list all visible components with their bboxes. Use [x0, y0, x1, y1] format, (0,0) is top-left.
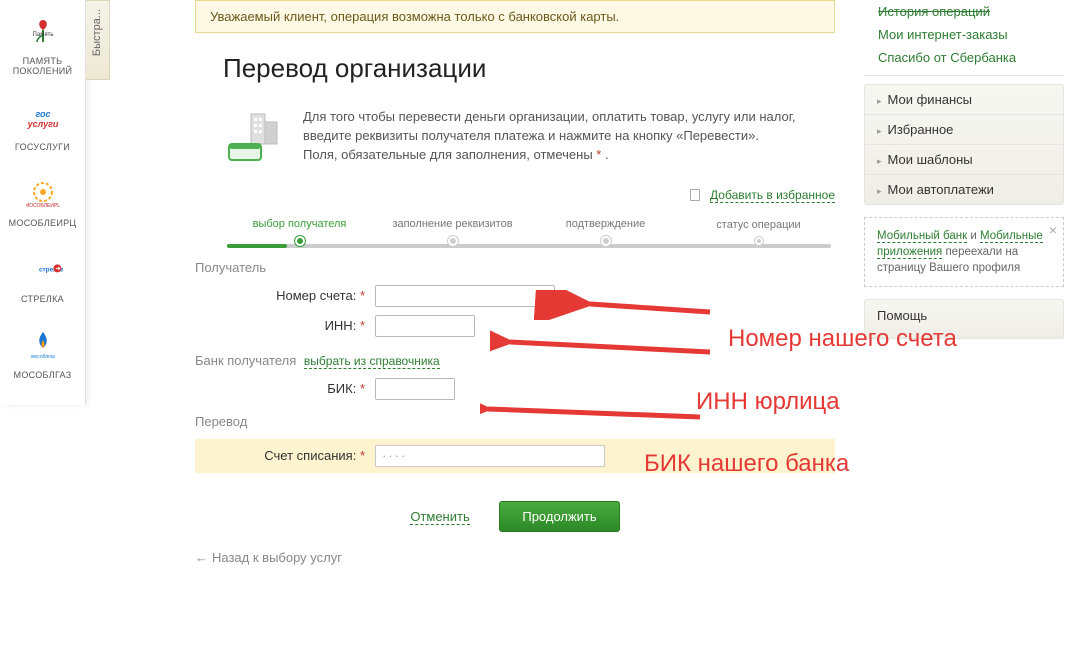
label-debit: Счет списания:: [264, 448, 356, 463]
top-links: История операций Мои интернет-заказы Спа…: [864, 0, 1064, 76]
svg-text:услуги: услуги: [26, 119, 58, 129]
annotation-arrow-2: [490, 330, 720, 360]
gosuslugi-icon: госуслуги: [23, 98, 63, 138]
building-icon: [223, 108, 287, 162]
gas-icon: мособлгаз: [23, 326, 63, 366]
menu-templates[interactable]: Мои шаблоны: [865, 145, 1063, 175]
menu-favorites[interactable]: Избранное: [865, 115, 1063, 145]
bookmark-icon: [690, 189, 700, 201]
step-3: подтверждение: [529, 218, 682, 246]
right-menu: Мои финансы Избранное Мои шаблоны Мои ав…: [864, 84, 1064, 205]
svg-text:мособлгаз: мособлгаз: [31, 354, 56, 360]
left-sidebar: Память ПАМЯТЬ ПОКОЛЕНИЙ госуслуги ГОСУСЛ…: [0, 0, 86, 405]
history-link[interactable]: История операций: [864, 0, 1064, 23]
instr-line1: Для того чтобы перевести деньги организа…: [303, 109, 795, 143]
warning-banner: Уважаемый клиент, операция возможна толь…: [195, 0, 835, 33]
menu-finance[interactable]: Мои финансы: [865, 85, 1063, 115]
sidebar-label: ПАМЯТЬ: [0, 56, 85, 66]
sidebar-item-strelka[interactable]: стрелка СТРЕЛКА: [0, 238, 85, 314]
cancel-link[interactable]: Отменить: [410, 509, 469, 525]
svg-text:МОСОБЛЕИРЦ: МОСОБЛЕИРЦ: [26, 203, 60, 209]
continue-button[interactable]: Продолжить: [499, 501, 619, 532]
section-recipient: Получатель: [195, 260, 835, 275]
debit-account-select[interactable]: ····: [375, 445, 605, 467]
step-2: заполнение реквизитов: [376, 218, 529, 246]
add-favorites-link[interactable]: Добавить в избранное: [710, 188, 835, 203]
label-account: Номер счета:: [276, 288, 356, 303]
quick-tab[interactable]: Быстра...: [86, 0, 110, 80]
button-row: Отменить Продолжить: [195, 501, 835, 532]
orders-link[interactable]: Мои интернет-заказы: [864, 23, 1064, 46]
annotation-text-1: Номер нашего счета: [728, 325, 957, 353]
sidebar-label: СТРЕЛКА: [0, 294, 85, 304]
main-content: Уважаемый клиент, операция возможна толь…: [195, 0, 835, 565]
flower-icon: Память: [23, 12, 63, 52]
svg-text:гос: гос: [35, 109, 50, 119]
thanks-link[interactable]: Спасибо от Сбербанка: [864, 46, 1064, 69]
sidebar-label: ГОСУСЛУГИ: [0, 142, 85, 152]
bik-input[interactable]: [375, 378, 455, 400]
mobile-bank-link[interactable]: Мобильный банк: [877, 230, 967, 243]
sidebar-sublabel: ПОКОЛЕНИЙ: [0, 66, 85, 76]
step-4: статус операции: [682, 219, 835, 245]
instr-line2: Поля, обязательные для заполнения, отмеч…: [303, 147, 596, 162]
instructions: Для того чтобы перевести деньги организа…: [223, 108, 835, 165]
page-title: Перевод организации: [223, 53, 835, 84]
bank-directory-link[interactable]: выбрать из справочника: [304, 354, 440, 369]
step-1: выбор получателя: [223, 218, 376, 246]
label-bik: БИК:: [327, 381, 356, 396]
strelka-icon: стрелка: [23, 250, 63, 290]
mosobleirc-icon: МОСОБЛЕИРЦ: [23, 174, 63, 214]
stepper: выбор получателя заполнение реквизитов п…: [223, 218, 835, 246]
annotation-text-3: БИК нашего банка: [644, 450, 849, 478]
favorites-row: Добавить в избранное: [195, 187, 835, 202]
sidebar-label: МосОблЕИРЦ: [0, 218, 85, 228]
inn-input[interactable]: [375, 315, 475, 337]
sidebar-item-mosobleirc[interactable]: МОСОБЛЕИРЦ МосОблЕИРЦ: [0, 162, 85, 238]
annotation-text-2: ИНН юрлица: [696, 388, 840, 416]
sidebar-item-memory[interactable]: Память ПАМЯТЬ ПОКОЛЕНИЙ: [0, 0, 85, 86]
annotation-arrow-3: [480, 395, 710, 425]
back-link[interactable]: ←Назад к выбору услуг: [195, 550, 342, 565]
close-icon[interactable]: ×: [1049, 221, 1057, 241]
sidebar-item-gosuslugi[interactable]: госуслуги ГОСУСЛУГИ: [0, 86, 85, 162]
quick-tab-label: Быстра...: [91, 9, 103, 56]
annotation-arrow-1: [490, 290, 720, 320]
info-box: × Мобильный банк и Мобильные приложения …: [864, 217, 1064, 287]
sidebar-label: Мособлгаз: [0, 370, 85, 380]
menu-autopay[interactable]: Мои автоплатежи: [865, 175, 1063, 204]
label-inn: ИНН:: [325, 318, 357, 333]
sidebar-item-mosoblgaz[interactable]: мособлгаз Мособлгаз: [0, 314, 85, 390]
svg-text:Память: Память: [32, 32, 53, 38]
right-column: История операций Мои интернет-заказы Спа…: [864, 0, 1064, 339]
